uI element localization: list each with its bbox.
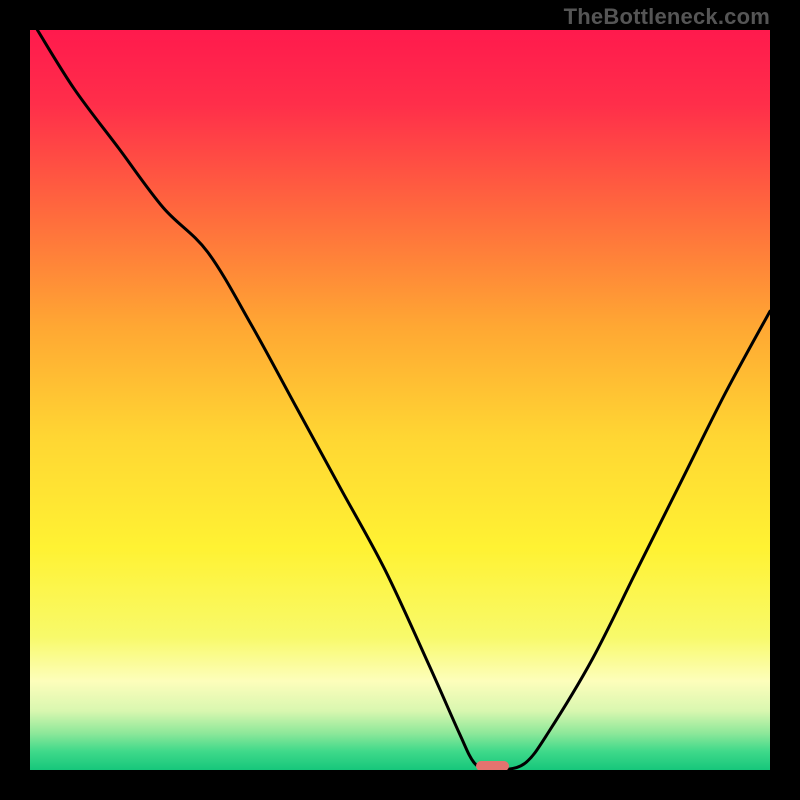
- chart-frame: TheBottleneck.com: [0, 0, 800, 800]
- plot-area: [30, 30, 770, 770]
- watermark-text: TheBottleneck.com: [564, 4, 770, 30]
- bottleneck-curve: [30, 30, 770, 770]
- optimal-marker: [476, 761, 509, 770]
